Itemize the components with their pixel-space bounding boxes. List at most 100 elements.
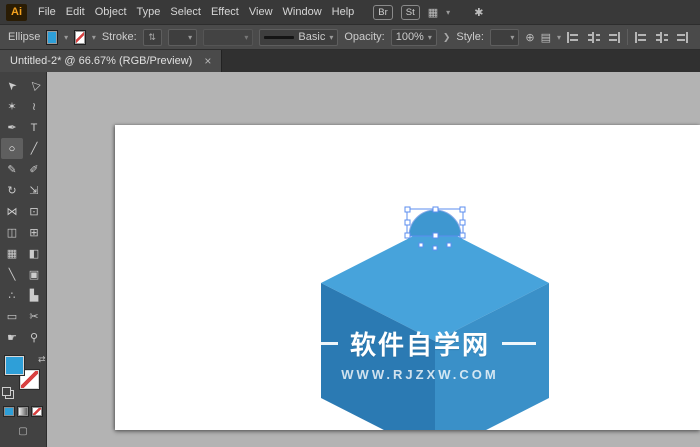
- chevron-down-icon: ▾: [329, 33, 333, 42]
- gradient-tool[interactable]: ◧: [23, 243, 45, 264]
- menu-view[interactable]: View: [244, 0, 278, 24]
- slice-tool[interactable]: ✂: [23, 306, 45, 327]
- menu-window[interactable]: Window: [278, 0, 327, 24]
- chevron-down-icon[interactable]: ▾: [557, 33, 561, 42]
- menu-effect[interactable]: Effect: [206, 0, 244, 24]
- tools-grid: ➤ ▷ ✶ ≀ ✒ T ○ ╱ ✎ ✐ ↻ ⇲ ⋈ ⊡ ◫ ⊞ ▦ ◧: [1, 75, 45, 348]
- distribute-left-icon[interactable]: [635, 32, 648, 43]
- selection-tool[interactable]: ➤: [1, 75, 23, 96]
- stroke-weight-combo[interactable]: ▾: [168, 29, 197, 46]
- shape-builder-tool[interactable]: ◫: [1, 222, 23, 243]
- style-label: Style:: [456, 31, 484, 43]
- menu-help[interactable]: Help: [327, 0, 360, 24]
- align-left-icon[interactable]: [567, 32, 580, 43]
- stroke-weight-stepper[interactable]: ⇅: [143, 29, 162, 46]
- screen-mode-icon[interactable]: ▢: [18, 426, 27, 437]
- eyedropper-tool[interactable]: ╲: [1, 264, 23, 285]
- zoom-tool[interactable]: ⚲: [23, 327, 45, 348]
- menu-file[interactable]: File: [33, 0, 61, 24]
- line-segment-tool[interactable]: ╱: [23, 138, 45, 159]
- menu-select[interactable]: Select: [165, 0, 206, 24]
- tab-title: Untitled-2* @ 66.67% (RGB/Preview): [10, 55, 192, 67]
- color-button[interactable]: [3, 406, 15, 417]
- chevron-down-icon[interactable]: ▾: [446, 8, 450, 17]
- brush-definition-value: Basic: [298, 31, 325, 43]
- artboard[interactable]: 软件自学网 WWW.RJZXW.COM: [115, 125, 700, 430]
- chevron-down-icon: ▾: [188, 33, 192, 42]
- fill-stroke-control: ⇄: [0, 354, 47, 396]
- tools-panel: ➤ ▷ ✶ ≀ ✒ T ○ ╱ ✎ ✐ ↻ ⇲ ⋈ ⊡ ◫ ⊞ ▦ ◧: [0, 72, 47, 447]
- workspace-switcher-icon[interactable]: ▦: [428, 6, 438, 19]
- tool-context-label: Ellipse: [8, 31, 40, 43]
- blend-tool[interactable]: ▣: [23, 264, 45, 285]
- stepper-icon: ⇅: [148, 32, 156, 43]
- menu-object[interactable]: Object: [90, 0, 132, 24]
- preferences-icon[interactable]: ▤: [541, 31, 551, 44]
- none-button[interactable]: [31, 406, 43, 417]
- align-controls: [567, 29, 692, 45]
- stock-button[interactable]: St: [401, 5, 420, 20]
- distribute-right-icon[interactable]: [675, 32, 688, 43]
- brush-definition-combo[interactable]: Basic ▾: [259, 29, 338, 46]
- width-tool[interactable]: ⋈: [1, 201, 23, 222]
- document-setup-icon[interactable]: ⊕: [525, 31, 534, 44]
- workspace: ➤ ▷ ✶ ≀ ✒ T ○ ╱ ✎ ✐ ↻ ⇲ ⋈ ⊡ ◫ ⊞ ▦ ◧: [0, 72, 700, 447]
- chevron-down-icon[interactable]: ▾: [64, 33, 68, 42]
- menu-bar: Ai File Edit Object Type Select Effect V…: [0, 0, 700, 24]
- symbol-sprayer-tool[interactable]: ∴: [1, 285, 23, 306]
- direct-selection-tool[interactable]: ▷: [23, 75, 45, 96]
- canvas-area[interactable]: 软件自学网 WWW.RJZXW.COM: [47, 72, 700, 447]
- pencil-tool[interactable]: ✐: [23, 159, 45, 180]
- column-graph-tool[interactable]: ▙: [23, 285, 45, 306]
- chevron-down-icon[interactable]: ▾: [92, 33, 96, 42]
- perspective-grid-tool[interactable]: ⊞: [23, 222, 45, 243]
- align-right-icon[interactable]: [607, 32, 620, 43]
- stroke-color-swatch[interactable]: [74, 30, 86, 45]
- gradient-button[interactable]: [17, 406, 29, 417]
- chevron-down-icon: ▾: [244, 33, 248, 42]
- scale-tool[interactable]: ⇲: [23, 180, 45, 201]
- mesh-tool[interactable]: ▦: [1, 243, 23, 264]
- default-fill-stroke-icon[interactable]: [2, 387, 11, 396]
- rotate-tool[interactable]: ↻: [1, 180, 23, 201]
- distribute-center-icon[interactable]: [655, 32, 668, 43]
- pen-tool[interactable]: ✒: [1, 117, 23, 138]
- brush-stroke-preview: [264, 36, 294, 39]
- bridge-button[interactable]: Br: [373, 5, 393, 20]
- cube-artwork: [115, 125, 700, 430]
- control-bar: Ellipse ▾ ▾ Stroke: ⇅ ▾ ▾ Basic ▾ Opacit…: [0, 24, 700, 50]
- artboard-tool[interactable]: ▭: [1, 306, 23, 327]
- graphic-style-combo[interactable]: ▾: [490, 29, 519, 46]
- chevron-right-icon[interactable]: ❯: [443, 32, 451, 43]
- app-logo: Ai: [6, 4, 27, 21]
- direct-selection-tool-icon: ▷: [26, 78, 41, 93]
- document-tab-bar: Untitled-2* @ 66.67% (RGB/Preview) ×: [0, 50, 700, 72]
- menu-edit[interactable]: Edit: [61, 0, 90, 24]
- magic-wand-tool[interactable]: ✶: [1, 96, 23, 117]
- fill-color-swatch[interactable]: [46, 30, 58, 45]
- paintbrush-tool[interactable]: ✎: [1, 159, 23, 180]
- chevron-down-icon: ▾: [510, 33, 514, 42]
- lasso-tool[interactable]: ≀: [23, 96, 45, 117]
- illustrator-window: Ai File Edit Object Type Select Effect V…: [0, 0, 700, 447]
- opacity-label: Opacity:: [344, 31, 384, 43]
- stroke-label: Stroke:: [102, 31, 137, 43]
- dome-shape[interactable]: [409, 210, 461, 236]
- width-profile-combo[interactable]: ▾: [203, 29, 253, 46]
- menu-type[interactable]: Type: [132, 0, 166, 24]
- type-tool[interactable]: T: [23, 117, 45, 138]
- opacity-combo[interactable]: 100% ▾: [391, 29, 437, 46]
- chevron-down-icon: ▾: [428, 33, 432, 42]
- document-tab[interactable]: Untitled-2* @ 66.67% (RGB/Preview) ×: [0, 50, 222, 72]
- free-transform-tool[interactable]: ⊡: [23, 201, 45, 222]
- fill-swatch[interactable]: [5, 356, 24, 375]
- menu-bar-right: Br St ▦ ▾ ✱: [373, 5, 483, 20]
- ellipse-tool[interactable]: ○: [1, 138, 23, 159]
- selection-tool-icon: ➤: [4, 78, 20, 94]
- hand-tool[interactable]: ☛: [1, 327, 23, 348]
- app-bar-icon[interactable]: ✱: [474, 6, 483, 19]
- divider: [627, 29, 628, 45]
- close-icon[interactable]: ×: [204, 54, 211, 68]
- align-center-icon[interactable]: [587, 32, 600, 43]
- swap-fill-stroke-icon[interactable]: ⇄: [38, 354, 46, 365]
